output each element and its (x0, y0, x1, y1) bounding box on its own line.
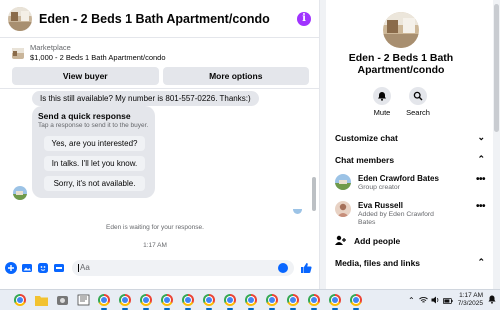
search-action[interactable]: Search (400, 87, 436, 117)
emoji-icon[interactable] (278, 262, 288, 273)
member-name: Eva Russell (358, 201, 403, 210)
member-avatar (335, 201, 351, 217)
info-scroll-thumb[interactable] (494, 4, 499, 132)
conversation-info-panel: Eden - 2 Beds 1 Bath Apartment/condo Mut… (326, 0, 500, 289)
quick-response-option[interactable]: In talks. I'll let you know. (44, 156, 145, 171)
member-role: Added by Eden Crawford Bates (358, 211, 434, 226)
chat-members-section[interactable]: Chat members ⌃ (335, 154, 485, 165)
bell-icon[interactable] (373, 87, 391, 105)
marketplace-section: Marketplace $1,000 - 2 Beds 1 Bath Apart… (0, 38, 319, 85)
more-options-button[interactable]: More options (162, 67, 309, 85)
chevron-up-icon: ⌃ (477, 154, 485, 164)
quick-response-card: Send a quick response Tap a response to … (32, 106, 155, 198)
media-files-links-section[interactable]: Media, files and links ⌃ (335, 257, 485, 268)
mute-action[interactable]: Mute (364, 87, 400, 117)
customize-chat-label: Customize chat (335, 132, 398, 143)
quick-response-option[interactable]: Yes, are you interested? (44, 136, 145, 151)
wifi-icon[interactable] (418, 291, 428, 309)
taskbar-clock[interactable]: 1:17 AM 7/3/2025 (458, 292, 483, 308)
sender-avatar[interactable] (13, 186, 27, 200)
add-people-label: Add people (354, 236, 401, 246)
chrome-icon[interactable] (160, 293, 174, 310)
message-bubble: Is this still available? My number is 80… (32, 91, 259, 106)
info-scrollbar[interactable] (493, 0, 500, 289)
clock-time: 1:17 AM (459, 292, 483, 299)
chat-scrollbar[interactable] (311, 89, 317, 257)
mute-label: Mute (373, 108, 391, 117)
info-icon[interactable]: i (297, 11, 311, 26)
chevron-up-icon[interactable]: ⌃ (408, 296, 415, 305)
customize-chat-section[interactable]: Customize chat ⌄ (335, 132, 485, 143)
app-icon[interactable] (55, 293, 69, 307)
notification-icon[interactable] (488, 291, 496, 309)
volume-icon[interactable] (431, 291, 440, 309)
chat-header: Eden - 2 Beds 1 Bath Apartment/condo i (0, 0, 319, 38)
chrome-icon[interactable] (223, 293, 237, 310)
quick-response-option[interactable]: Sorry, it's not available. (44, 176, 145, 191)
gif-icon[interactable] (53, 262, 65, 274)
system-tray: ⌃ 1:17 AM 7/3/2025 (408, 290, 496, 310)
member-role: Group creator (358, 184, 400, 191)
quick-response-subtitle: Tap a response to send it to the buyer. (38, 122, 149, 129)
message-composer: Aa (0, 257, 320, 278)
view-buyer-button[interactable]: View buyer (12, 67, 159, 85)
thumbs-up-icon[interactable] (300, 262, 312, 274)
message-input-placeholder: Aa (80, 263, 90, 272)
chat-members-label: Chat members (335, 154, 395, 165)
message-input[interactable]: Aa (72, 259, 294, 276)
listing-summary[interactable]: $1,000 - 2 Beds 1 Bath Apartment/condo (30, 53, 166, 62)
read-receipt-avatar (293, 205, 302, 214)
sticker-icon[interactable] (37, 262, 49, 274)
chrome-icon[interactable] (181, 293, 195, 310)
plus-icon[interactable] (5, 261, 17, 274)
chrome-icon[interactable] (97, 293, 111, 310)
chrome-icon[interactable] (286, 293, 300, 310)
chrome-icon[interactable] (349, 293, 363, 310)
add-people-button[interactable]: Add people (335, 235, 400, 247)
chrome-icon[interactable] (118, 293, 132, 310)
chat-scroll-thumb[interactable] (312, 177, 316, 211)
chrome-icon[interactable] (328, 293, 342, 310)
search-label: Search (406, 108, 430, 117)
message-list: Is this still available? My number is 80… (0, 89, 310, 257)
waiting-notice: Eden is waiting for your response. (106, 224, 204, 231)
member-name: Eden Crawford Bates (358, 174, 439, 183)
add-person-icon (335, 235, 346, 247)
chat-title[interactable]: Eden - 2 Beds 1 Bath Apartment/condo (39, 12, 297, 26)
more-options-icon[interactable]: ••• (476, 174, 486, 192)
battery-icon[interactable] (442, 291, 453, 309)
conversation-avatar[interactable] (383, 12, 419, 48)
chat-panel: Eden - 2 Beds 1 Bath Apartment/condo i M… (0, 0, 320, 289)
message-timestamp: 1:17 AM (143, 242, 167, 249)
chevron-down-icon: ⌄ (477, 132, 485, 142)
app-icon[interactable] (76, 293, 90, 307)
chrome-icon[interactable] (202, 293, 216, 310)
conversation-title: Eden - 2 Beds 1 Bath Apartment/condo (348, 52, 454, 76)
chevron-up-icon: ⌃ (477, 257, 485, 267)
chrome-icon[interactable] (244, 293, 258, 310)
listing-mini-thumbnail (12, 47, 24, 59)
member-row[interactable]: Eden Crawford Bates Group creator ••• (335, 174, 486, 192)
chrome-icon[interactable] (307, 293, 321, 310)
clock-date: 7/3/2025 (457, 300, 483, 307)
marketplace-label: Marketplace (30, 43, 71, 52)
media-files-links-label: Media, files and links (335, 257, 421, 268)
text-caret (78, 263, 79, 272)
chrome-icon[interactable] (139, 293, 153, 310)
search-icon[interactable] (409, 87, 427, 105)
chrome-icon[interactable] (265, 293, 279, 310)
taskbar: ⌃ 1:17 AM 7/3/2025 (0, 289, 500, 310)
photo-icon[interactable] (21, 262, 33, 274)
listing-thumbnail[interactable] (8, 6, 32, 31)
member-avatar (335, 174, 351, 190)
chrome-icon[interactable] (13, 293, 27, 307)
folder-icon[interactable] (34, 293, 48, 307)
quick-response-title: Send a quick response (38, 111, 131, 121)
more-options-icon[interactable]: ••• (476, 201, 486, 227)
member-row[interactable]: Eva Russell Added by Eden Crawford Bates… (335, 201, 486, 227)
